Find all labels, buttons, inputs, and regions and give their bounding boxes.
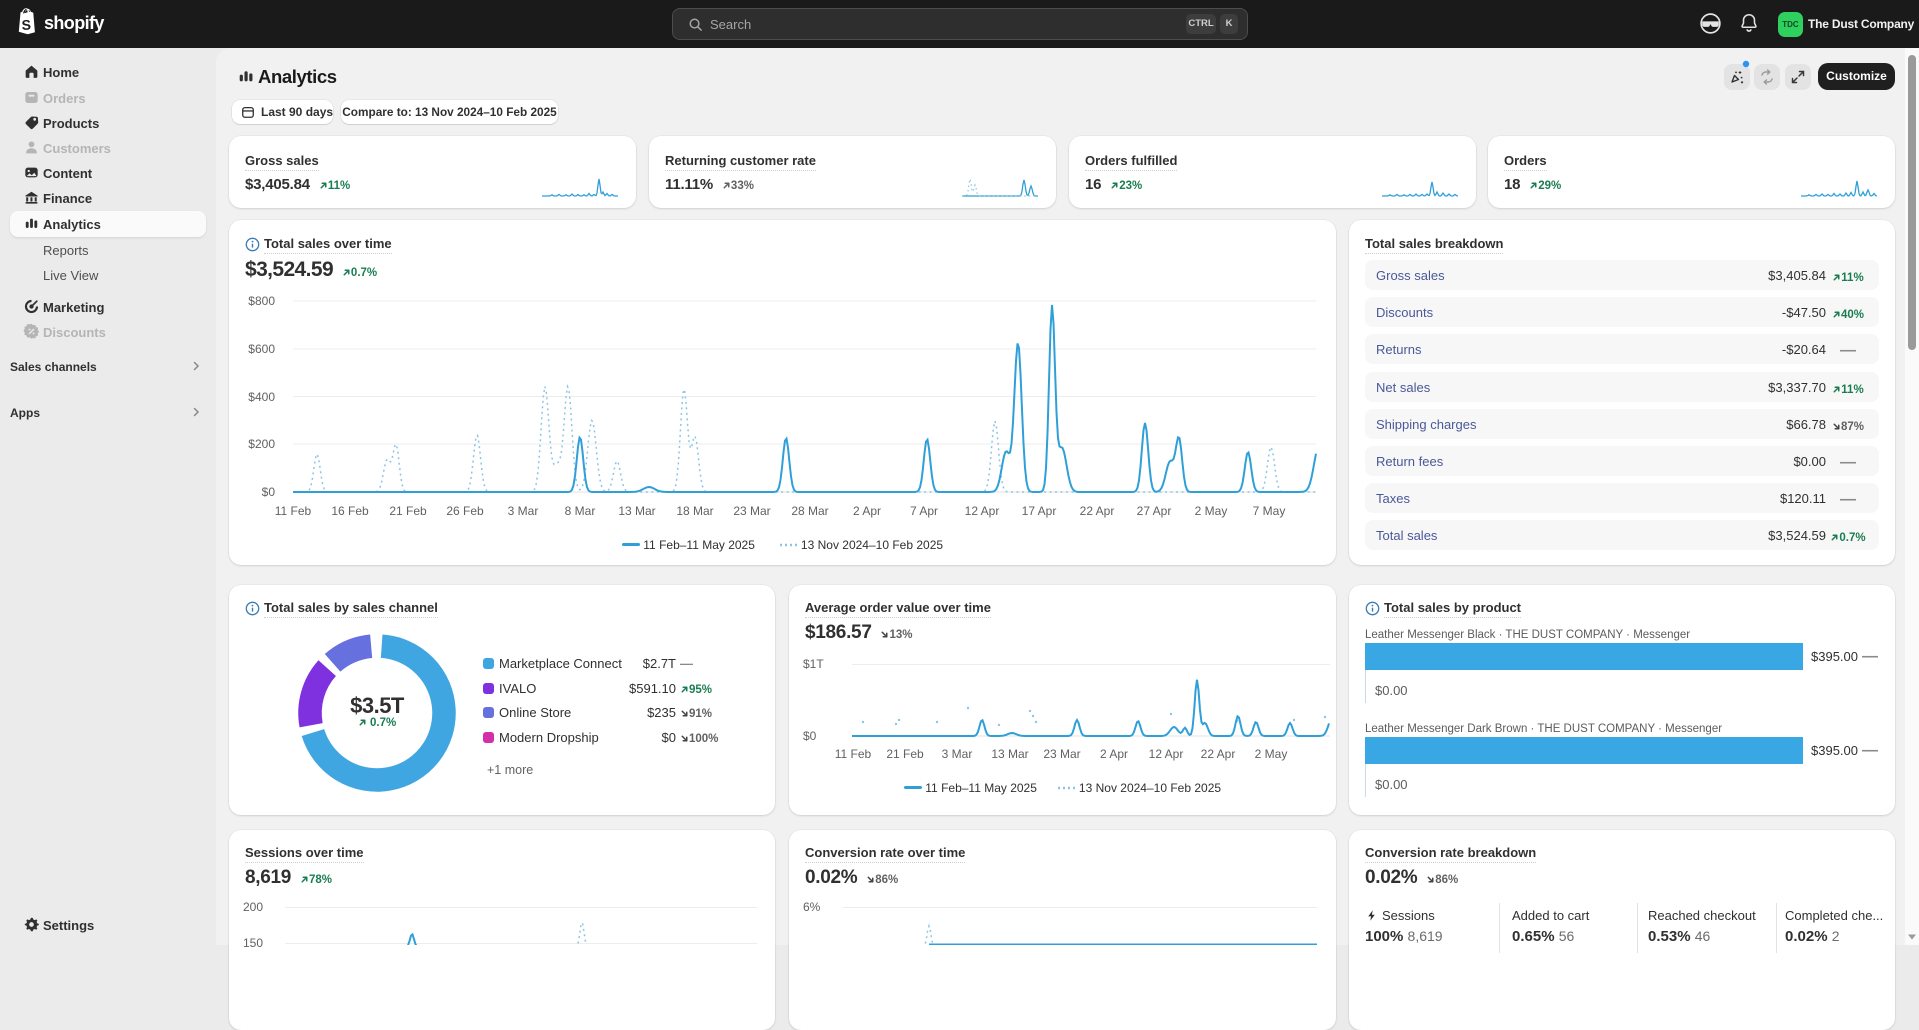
svg-text:S: S	[21, 17, 31, 33]
